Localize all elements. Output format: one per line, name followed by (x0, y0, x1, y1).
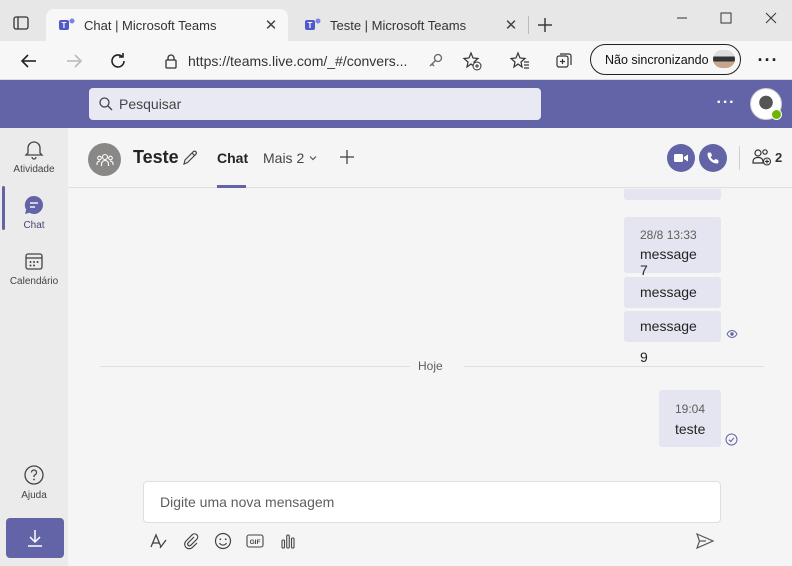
tab-divider (528, 16, 529, 34)
tab-more[interactable]: Mais 2 (263, 150, 318, 166)
key-icon[interactable] (425, 50, 447, 72)
search-icon (98, 96, 114, 112)
url-text: https://teams.live.com/_#/convers... (188, 52, 408, 69)
lock-icon[interactable] (164, 53, 178, 69)
minimize-icon[interactable] (668, 8, 696, 28)
download-app-button[interactable] (6, 518, 64, 558)
date-divider-line (464, 366, 764, 367)
message-bubble[interactable]: message 9 (624, 311, 721, 365)
close-tab-icon[interactable]: ✕ (262, 16, 280, 34)
tab-teste-teams[interactable]: T Teste | Microsoft Teams ✕ (292, 9, 528, 41)
date-divider-line (100, 366, 410, 367)
edit-name-icon[interactable] (181, 149, 199, 167)
collections-icon[interactable] (553, 50, 575, 72)
calendar-icon (25, 253, 43, 270)
active-tab-indicator (217, 185, 246, 188)
download-icon (28, 530, 42, 547)
sync-label: Não sincronizando (605, 52, 709, 67)
tab-chat-teams[interactable]: T Chat | Microsoft Teams ✕ (46, 9, 288, 41)
format-icon[interactable] (149, 531, 169, 551)
tab-title: Teste | Microsoft Teams (330, 17, 467, 33)
search-input[interactable]: Pesquisar (89, 88, 541, 120)
search-placeholder: Pesquisar (119, 96, 182, 112)
chevron-down-icon (309, 156, 317, 161)
new-tab-icon[interactable] (534, 14, 556, 36)
settings-more-icon[interactable]: ··· (712, 94, 740, 114)
compose-placeholder: Digite uma nova mensagem (160, 494, 335, 510)
message-bubble-partial[interactable] (624, 189, 721, 200)
rail-item-activity[interactable]: Atividade (0, 128, 68, 184)
video-call-button[interactable] (667, 144, 695, 172)
favorites-icon[interactable] (509, 50, 531, 72)
tab-chat[interactable]: Chat (217, 150, 248, 166)
browser-menu-icon[interactable]: ··· (756, 49, 780, 71)
message-compose-input[interactable]: Digite uma nova mensagem (143, 481, 721, 523)
rail-item-calendar[interactable]: Calendário (0, 240, 68, 296)
tab-more-label: Mais 2 (263, 150, 305, 166)
video-camera-icon (674, 154, 688, 162)
message-timestamp: 28/8 13:33 (640, 228, 697, 242)
participants-count: 2 (775, 149, 783, 165)
gif-icon[interactable]: GIF (245, 531, 265, 551)
bell-icon (24, 141, 44, 160)
group-icon (95, 153, 114, 166)
chat-icon (24, 195, 43, 214)
date-divider-label: Hoje (418, 359, 443, 373)
participants-button[interactable]: 2 (752, 148, 782, 166)
rail-item-help[interactable]: Ajuda (0, 454, 68, 510)
add-favorite-icon[interactable] (461, 50, 483, 72)
rail-label: Calendário (9, 276, 59, 287)
address-bar-row: https://teams.live.com/_#/convers... Não… (0, 41, 792, 80)
poll-icon[interactable] (278, 531, 298, 551)
attach-icon[interactable] (181, 531, 201, 551)
emoji-icon[interactable] (213, 531, 233, 551)
read-receipt-icon (726, 329, 738, 339)
tab-title: Chat | Microsoft Teams (84, 17, 217, 33)
add-tab-icon[interactable] (336, 146, 358, 168)
people-add-icon (752, 149, 772, 166)
message-bubble[interactable]: 19:04 teste (659, 390, 721, 447)
send-icon (695, 532, 715, 550)
message-timestamp: 19:04 (675, 402, 706, 416)
rail-label: Ajuda (21, 490, 47, 501)
message-bubble[interactable]: 28/8 13:33 message 7 (624, 217, 721, 278)
teams-logo-icon: T (305, 18, 321, 30)
teams-logo-icon: T (59, 18, 75, 30)
browser-tab-strip: T Chat | Microsoft Teams ✕ T Teste | Mic… (0, 0, 792, 41)
message-text: teste (675, 421, 706, 437)
phone-icon (707, 152, 719, 164)
refresh-icon[interactable] (106, 49, 130, 73)
audio-call-button[interactable] (699, 144, 727, 172)
close-window-icon[interactable] (757, 8, 785, 28)
svg-text:T: T (308, 21, 313, 30)
back-icon[interactable] (17, 49, 41, 73)
message-bubble[interactable]: message 8 (624, 277, 721, 331)
sent-check-icon (725, 433, 738, 446)
rail-label: Atividade (13, 164, 55, 175)
profile-avatar (713, 50, 735, 68)
help-icon (24, 465, 44, 485)
rail-label: Chat (23, 220, 45, 231)
forward-icon[interactable] (62, 49, 86, 73)
message-text: message 7 (640, 246, 697, 278)
group-avatar[interactable] (88, 143, 121, 176)
close-tab-icon[interactable]: ✕ (502, 16, 520, 34)
rail-item-chat[interactable]: Chat (0, 184, 68, 240)
maximize-icon[interactable] (712, 8, 740, 28)
svg-text:T: T (62, 21, 67, 30)
profile-sync-button[interactable]: Não sincronizando (590, 44, 741, 75)
chat-title: Teste (133, 147, 179, 167)
tab-actions-icon[interactable] (10, 12, 32, 34)
send-button[interactable] (695, 531, 715, 551)
svg-text:GIF: GIF (250, 539, 261, 546)
teams-header: Pesquisar ··· (0, 80, 792, 128)
header-divider (739, 146, 740, 170)
presence-available-icon (771, 109, 782, 120)
